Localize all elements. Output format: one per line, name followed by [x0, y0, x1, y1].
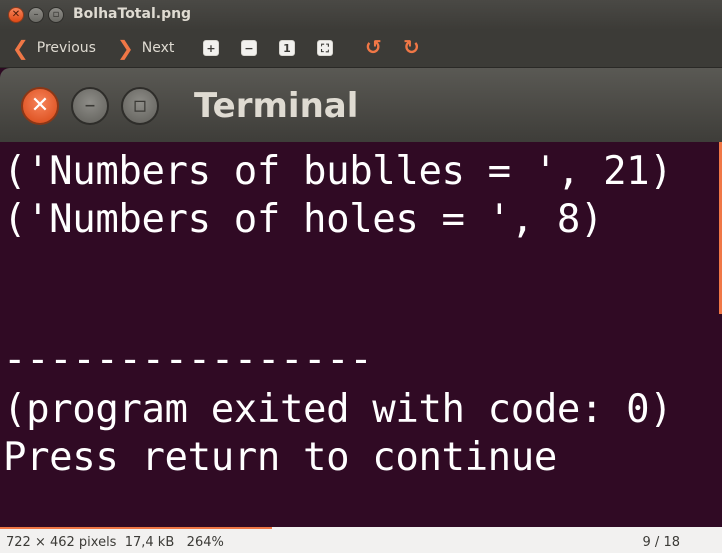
best-fit-icon[interactable]: ⛶	[317, 40, 333, 56]
image-viewport[interactable]: ✕ – ▫ Terminal ('Numbers of bublles = ',…	[0, 68, 722, 527]
window-titlebar: ✕ – ▫ BolhaTotal.png	[0, 0, 722, 30]
chevron-right-icon: ❯	[117, 36, 134, 60]
terminal-line-holes: ('Numbers of holes = ', 8)	[3, 197, 604, 242]
terminal-titlebar: ✕ – ▫ Terminal	[0, 68, 722, 142]
terminal-separator: ----------------	[3, 337, 373, 382]
next-button[interactable]: ❯ Next	[117, 38, 174, 58]
chevron-left-icon: ❮	[12, 36, 29, 60]
minimize-icon[interactable]: –	[28, 7, 44, 23]
zoom-in-icon[interactable]: +	[203, 40, 219, 56]
loading-progress	[0, 527, 272, 529]
maximize-icon[interactable]: ▫	[48, 7, 64, 23]
terminal-minimize-icon: –	[71, 87, 109, 125]
status-bar: 722 × 462 pixels 17,4 kB 264% 9 / 18	[0, 527, 722, 553]
image-dimensions: 722 × 462 pixels	[6, 535, 117, 550]
terminal-title: Terminal	[194, 86, 359, 126]
next-label: Next	[141, 40, 175, 56]
normal-size-icon[interactable]: 1	[279, 40, 295, 56]
toolbar: ❮ Previous ❯ Next + − 1 ⛶ ↺ ↻	[0, 30, 722, 68]
previous-label: Previous	[36, 40, 96, 56]
terminal-maximize-icon: ▫	[121, 87, 159, 125]
terminal-line-exit: (program exited with code: 0)	[3, 387, 673, 432]
terminal-body: ('Numbers of bublles = ', 21) ('Numbers …	[0, 142, 722, 527]
status-info: 722 × 462 pixels 17,4 kB 264%	[6, 535, 224, 550]
zoom-out-icon[interactable]: −	[241, 40, 257, 56]
file-size: 17,4 kB	[124, 535, 175, 550]
terminal-line-bubbles: ('Numbers of bublles = ', 21)	[3, 149, 673, 194]
terminal-line-press: Press return to continue	[3, 435, 557, 480]
close-icon[interactable]: ✕	[8, 7, 24, 23]
window-title: BolhaTotal.png	[73, 6, 192, 22]
zoom-level: 264%	[186, 535, 224, 550]
rotate-left-icon[interactable]: ↺	[365, 37, 382, 57]
previous-button[interactable]: ❮ Previous	[12, 38, 96, 58]
terminal-close-icon: ✕	[21, 87, 59, 125]
rotate-right-icon[interactable]: ↻	[403, 37, 420, 57]
page-indicator: 9 / 18	[642, 535, 680, 550]
